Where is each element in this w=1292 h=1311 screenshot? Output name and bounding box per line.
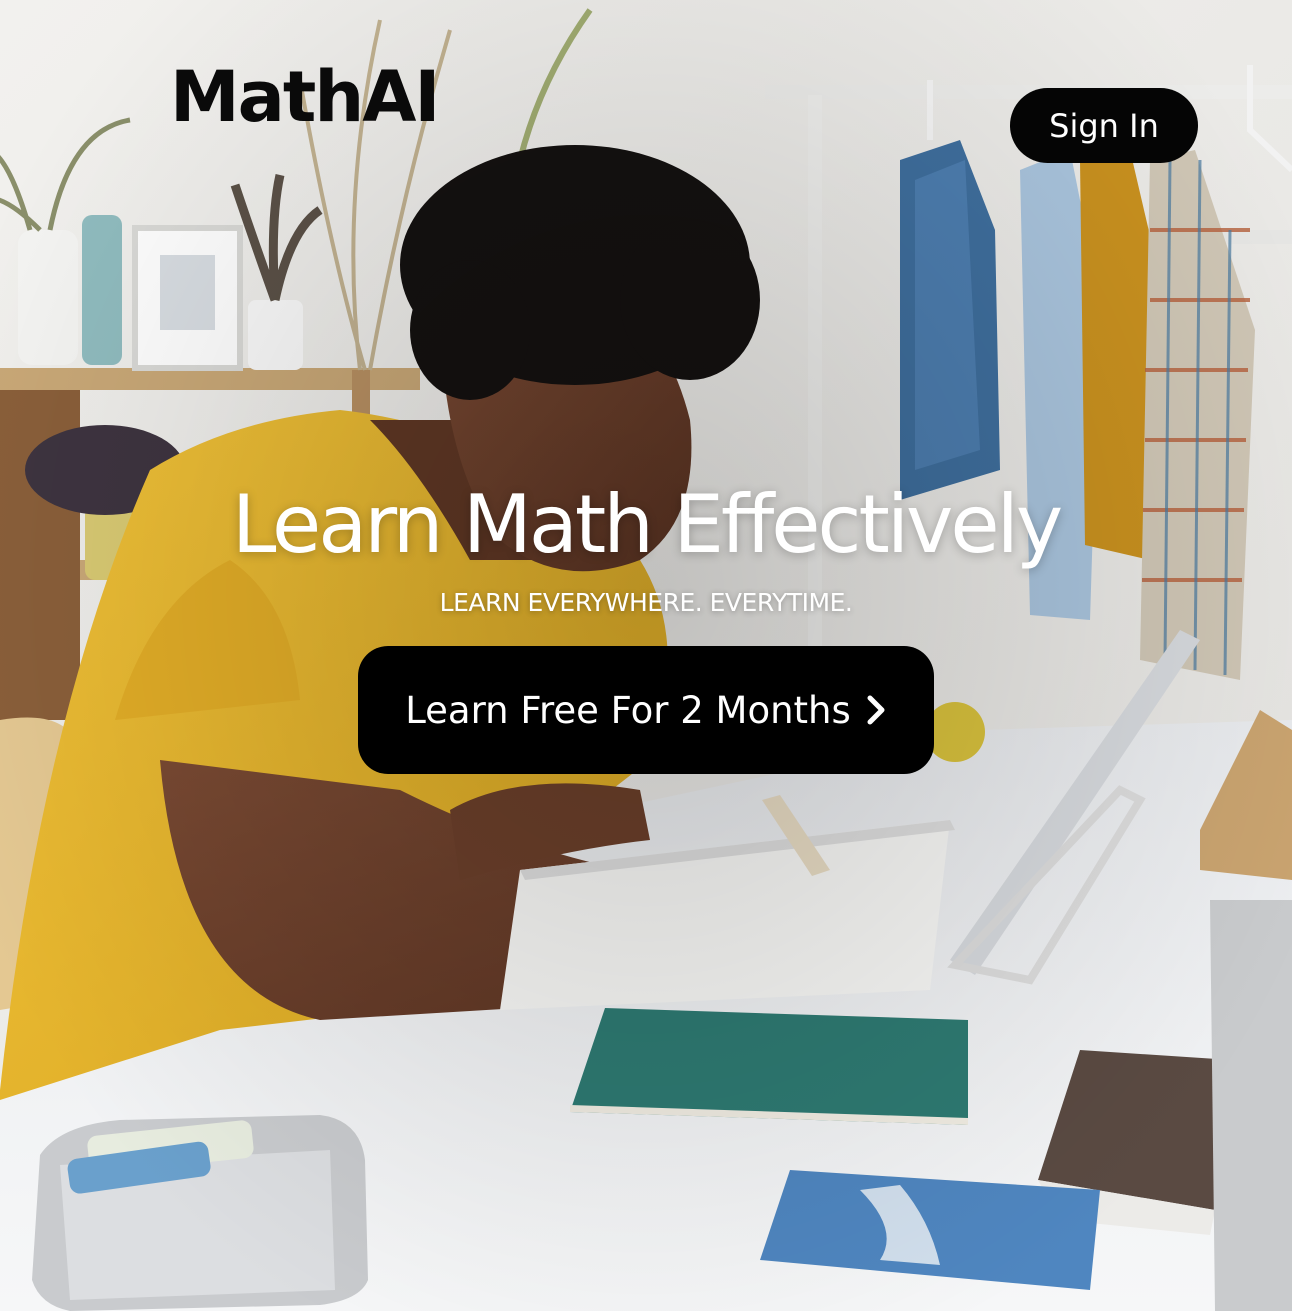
- brand-logo[interactable]: MathAI: [170, 62, 440, 132]
- chevron-right-icon: [867, 695, 885, 725]
- cta-label: Learn Free For 2 Months: [405, 688, 851, 732]
- hero-tagline: LEARN EVERYWHERE. EVERYTIME.: [439, 588, 853, 617]
- learn-free-cta-button[interactable]: Learn Free For 2 Months: [358, 646, 934, 774]
- sign-in-button[interactable]: Sign In: [1010, 88, 1198, 163]
- hero-headline: Learn Math Effectively: [231, 478, 1063, 571]
- hero-section: MathAI Sign In Learn Math Effectively LE…: [0, 0, 1292, 1311]
